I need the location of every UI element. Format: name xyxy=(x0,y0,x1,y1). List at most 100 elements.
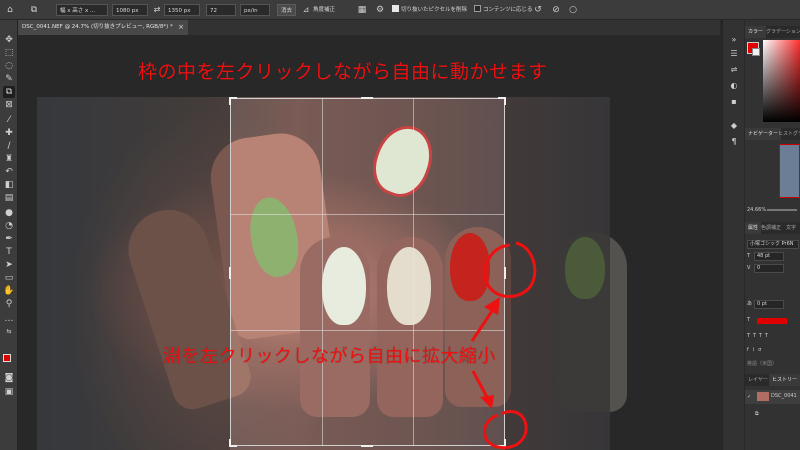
screen-mode-icon[interactable]: ▣ xyxy=(3,386,15,398)
adjust-panel-icon[interactable]: ⇌ xyxy=(728,64,740,76)
lasso-tool-icon[interactable]: ◌ xyxy=(3,60,15,72)
frame-tool-icon[interactable]: ⊠ xyxy=(3,99,15,111)
kerning-icon: V xyxy=(747,265,751,271)
annotation-circle-corner xyxy=(483,410,528,450)
swap-icon[interactable]: ⇄ xyxy=(151,4,163,16)
navigator-zoom-value[interactable]: 24.66% xyxy=(747,206,766,215)
panel-background-swatch[interactable] xyxy=(752,48,760,56)
resolution-unit-select[interactable]: px/in xyxy=(240,4,270,16)
navigator-zoom-slider[interactable] xyxy=(767,209,797,211)
gradient-tool-icon[interactable]: ▤ xyxy=(3,192,15,204)
annotation-arrow-down xyxy=(471,370,490,400)
blur-tool-icon[interactable]: ● xyxy=(3,207,15,219)
color-label-icon: T xyxy=(747,317,751,323)
document-tab-bar: DSC_0041.NEF @ 24.7% (切り抜きプレビュー, RGB/8*)… xyxy=(18,20,720,35)
straighten-icon[interactable]: ⊿ xyxy=(300,4,312,16)
straighten-label[interactable]: 角度補正 xyxy=(313,4,335,16)
actions-panel-icon[interactable]: ◐ xyxy=(728,80,740,92)
more-tools-icon[interactable]: … xyxy=(3,313,15,325)
tab-adjustments[interactable]: 色調補正 xyxy=(758,222,784,234)
options-bar: ⌂ ⧉ 幅 x 高さ x ... 1080 px ⇄ 1350 px 72 px… xyxy=(0,0,800,20)
history-panel-icon[interactable]: ☰ xyxy=(728,48,740,60)
color-panel-tabs: カラー グラデーション xyxy=(745,26,800,38)
text-style-buttons[interactable]: TTTT xyxy=(747,332,771,341)
delete-cropped-label: 切り抜いたピクセルを削除 xyxy=(401,7,468,13)
grid-icon[interactable]: ▦ xyxy=(356,4,368,16)
panel-icon-strip: » ☰ ⇌ ◐ ▪ ◆ ¶ xyxy=(722,20,744,450)
font-size-icon: T xyxy=(747,253,751,259)
tab-history[interactable]: ヒストリー xyxy=(769,374,800,386)
tab-character[interactable]: 文字 xyxy=(783,222,799,234)
collapse-icon[interactable]: » xyxy=(728,34,740,46)
close-icon[interactable]: × xyxy=(178,20,184,35)
document-tab[interactable]: DSC_0041.NEF @ 24.7% (切り抜きプレビュー, RGB/8*)… xyxy=(18,20,188,35)
cancel-icon[interactable]: ⊘ xyxy=(550,4,562,16)
navigator-panel-tabs: ナビゲーター ヒストグラム xyxy=(745,128,800,140)
quick-mask-icon[interactable]: ◙ xyxy=(3,372,15,384)
annotation-circle-right-edge xyxy=(483,241,537,298)
crop-tool-icon[interactable]: ⧉ xyxy=(3,86,15,98)
annotation-overlay xyxy=(470,241,537,450)
layers-panel-tabs: レイヤー ヒストリー xyxy=(745,374,800,386)
tab-gradient[interactable]: グラデーション xyxy=(763,26,800,38)
delete-cropped-checkbox[interactable]: 切り抜いたピクセルを削除 xyxy=(392,4,467,16)
zoom-tool-icon[interactable]: ⚲ xyxy=(3,298,15,310)
clone-stamp-icon[interactable]: ♜ xyxy=(3,153,15,165)
crop-tool-icon[interactable]: ⧉ xyxy=(28,4,40,16)
font-family-select[interactable]: 小塚ゴシック Pr6N xyxy=(747,240,799,249)
commit-icon[interactable]: ○ xyxy=(567,4,579,16)
width-input[interactable]: 1080 px xyxy=(112,4,148,16)
color-picker-field[interactable] xyxy=(763,40,800,122)
tab-histogram[interactable]: ヒストグラム xyxy=(775,128,800,140)
checkbox-checked-icon xyxy=(392,5,399,12)
kerning-input[interactable]: 0 xyxy=(754,264,784,273)
properties-panel-tabs: 属性 色調補正 文字 xyxy=(745,222,800,234)
gear-icon[interactable]: ⚙ xyxy=(374,4,386,16)
eraser-tool-icon[interactable]: ◧ xyxy=(3,179,15,191)
swatch-panel-icon[interactable]: ▪ xyxy=(728,96,740,108)
font-size-input[interactable]: 48 pt xyxy=(754,252,784,261)
history-item[interactable]: ✓ DSC_0041 xyxy=(745,390,800,404)
character-icon[interactable]: ¶ xyxy=(728,136,740,148)
tools-panel: ✥ ⬚ ◌ ✎ ⧉ ⊠ ⁄ ✚ ∕ ♜ ↶ ◧ ▤ ● ◔ ✒ T ➤ ▭ ✋ … xyxy=(0,20,18,450)
hand-tool-icon[interactable]: ✋ xyxy=(3,285,15,297)
home-icon[interactable]: ⌂ xyxy=(4,4,16,16)
resolution-input[interactable]: 72 xyxy=(206,4,236,16)
arrow-head-icon xyxy=(480,395,494,409)
swap-colors-icon[interactable]: ⇆ xyxy=(3,326,15,338)
history-item-label: DSC_0041 xyxy=(771,393,797,399)
content-aware-label: コンテンツに応じる xyxy=(483,7,533,13)
text-color-swatch[interactable] xyxy=(757,318,787,324)
canvas-area[interactable]: 枠の中を左クリックしながら自由に動かせます 淵を左クリックしながら自由に拡大縮小 xyxy=(18,35,720,450)
history-thumbnail xyxy=(757,392,769,401)
quick-select-tool-icon[interactable]: ✎ xyxy=(3,73,15,85)
tracking-input[interactable]: 0 pt xyxy=(754,300,784,309)
type-tool-icon[interactable]: T xyxy=(3,246,15,258)
dodge-tool-icon[interactable]: ◔ xyxy=(3,220,15,232)
libraries-icon[interactable]: ◆ xyxy=(728,120,740,132)
eyedropper-tool-icon[interactable]: ⁄ xyxy=(3,114,15,126)
right-panels: カラー グラデーション ナビゲーター ヒストグラム 24.66% 属性 色調補正… xyxy=(745,20,800,450)
clear-button[interactable]: 消去 xyxy=(277,4,297,16)
brush-tool-icon[interactable]: ∕ xyxy=(3,140,15,152)
height-input[interactable]: 1350 px xyxy=(164,4,200,16)
opentype-buttons[interactable]: fiσ xyxy=(747,346,765,355)
history-brush-icon[interactable]: ↶ xyxy=(3,166,15,178)
content-aware-checkbox[interactable]: コンテンツに応じる xyxy=(474,4,533,16)
rotate-reset-icon[interactable]: ↺ xyxy=(532,4,544,16)
crop-step-icon[interactable]: ⧉ xyxy=(755,410,759,419)
healing-brush-icon[interactable]: ✚ xyxy=(3,127,15,139)
marquee-tool-icon[interactable]: ⬚ xyxy=(3,47,15,59)
document-tab-title: DSC_0041.NEF @ 24.7% (切り抜きプレビュー, RGB/8*)… xyxy=(22,24,173,30)
tracking-icon: あ xyxy=(747,301,753,307)
move-tool-icon[interactable]: ✥ xyxy=(3,34,15,46)
navigator-thumbnail[interactable] xyxy=(779,144,800,198)
foreground-color-swatch[interactable] xyxy=(3,354,11,362)
ratio-select[interactable]: 幅 x 高さ x ... xyxy=(56,4,108,16)
shape-tool-icon[interactable]: ▭ xyxy=(3,272,15,284)
tab-layers[interactable]: レイヤー xyxy=(745,374,771,386)
pen-tool-icon[interactable]: ✒ xyxy=(3,233,15,245)
checkbox-empty-icon xyxy=(474,5,481,12)
language-select[interactable]: 英語（米国） xyxy=(747,360,777,369)
path-select-icon[interactable]: ➤ xyxy=(3,259,15,271)
